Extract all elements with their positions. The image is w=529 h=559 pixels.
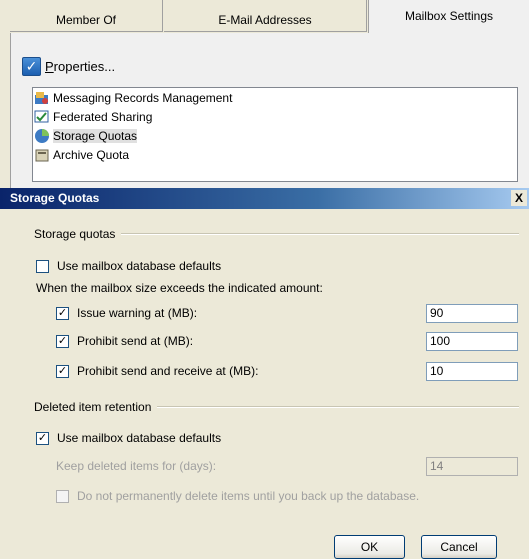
prohibit-send-checkbox[interactable]: ✓ Prohibit send at (MB): (56, 334, 193, 348)
checkbox-box (36, 259, 49, 273)
keep-deleted-input[interactable]: 14 (426, 457, 518, 476)
tab-strip: Member Of E-Mail Addresses Mailbox Setti… (0, 0, 529, 33)
group-title: Deleted item retention (34, 400, 152, 414)
dialog-title: Storage Quotas (10, 191, 100, 205)
group-title: Storage quotas (34, 227, 116, 241)
use-db-defaults-quota-checkbox[interactable]: Use mailbox database defaults (36, 259, 221, 273)
ok-button[interactable]: OK (334, 535, 405, 559)
checkbox-box: ✓ (36, 431, 49, 445)
federated-sharing-icon (34, 109, 50, 125)
checkbox-label: Use mailbox database defaults (57, 431, 222, 445)
checkbox-box: ✓ (56, 364, 69, 378)
list-item-label: Archive Quota (53, 147, 130, 162)
checkbox-label: Use mailbox database defaults (57, 259, 222, 273)
keep-deleted-label: Keep deleted items for (days): (56, 459, 217, 473)
list-item[interactable]: Federated Sharing (33, 107, 517, 126)
records-management-icon (34, 90, 50, 106)
group-divider (121, 233, 519, 235)
issue-warning-input[interactable]: 90 (426, 304, 518, 323)
list-item[interactable]: Archive Quota (33, 145, 517, 164)
cancel-button[interactable]: Cancel (421, 535, 497, 559)
tab-member-of[interactable]: Member Of (10, 0, 163, 32)
list-item-label: Messaging Records Management (53, 90, 233, 105)
issue-warning-checkbox[interactable]: ✓ Issue warning at (MB): (56, 306, 197, 320)
storage-quotas-icon (34, 128, 50, 144)
checkbox-label: Do not permanently delete items until yo… (77, 489, 420, 503)
checkbox-box: ✓ (56, 306, 69, 320)
deleted-item-retention-group: Deleted item retention (34, 400, 519, 414)
checkbox-label: Prohibit send at (MB): (77, 334, 194, 348)
checkbox-box (56, 489, 69, 503)
storage-quotas-group: Storage quotas (34, 227, 519, 241)
properties-icon: ✓ (22, 57, 41, 76)
properties-button[interactable]: ✓ Properties... (22, 57, 115, 76)
group-divider (157, 406, 519, 408)
list-item[interactable]: Storage Quotas (33, 126, 517, 145)
list-item-label: Storage Quotas (53, 128, 138, 143)
checkbox-label: Issue warning at (MB): (77, 306, 198, 320)
archive-quota-icon (34, 147, 50, 163)
prohibit-send-input[interactable]: 100 (426, 332, 518, 351)
tab-email-addresses[interactable]: E-Mail Addresses (164, 0, 367, 32)
close-icon[interactable]: X (511, 190, 527, 206)
use-db-defaults-retention-checkbox[interactable]: ✓ Use mailbox database defaults (36, 431, 221, 445)
dialog-title-bar[interactable]: Storage Quotas X (0, 188, 529, 209)
no-perm-delete-checkbox[interactable]: Do not permanently delete items until yo… (56, 489, 419, 503)
exceeds-text: When the mailbox size exceeds the indica… (36, 281, 323, 295)
list-item[interactable]: Messaging Records Management (33, 88, 517, 107)
settings-list[interactable]: Messaging Records Management Federated S… (32, 87, 518, 182)
properties-label: Properties... (45, 59, 116, 74)
list-item-label: Federated Sharing (53, 109, 153, 124)
tab-mailbox-settings[interactable]: Mailbox Settings (368, 0, 529, 33)
checkbox-box: ✓ (56, 334, 69, 348)
prohibit-send-receive-input[interactable]: 10 (426, 362, 518, 381)
checkbox-label: Prohibit send and receive at (MB): (77, 364, 259, 378)
prohibit-send-receive-checkbox[interactable]: ✓ Prohibit send and receive at (MB): (56, 364, 258, 378)
